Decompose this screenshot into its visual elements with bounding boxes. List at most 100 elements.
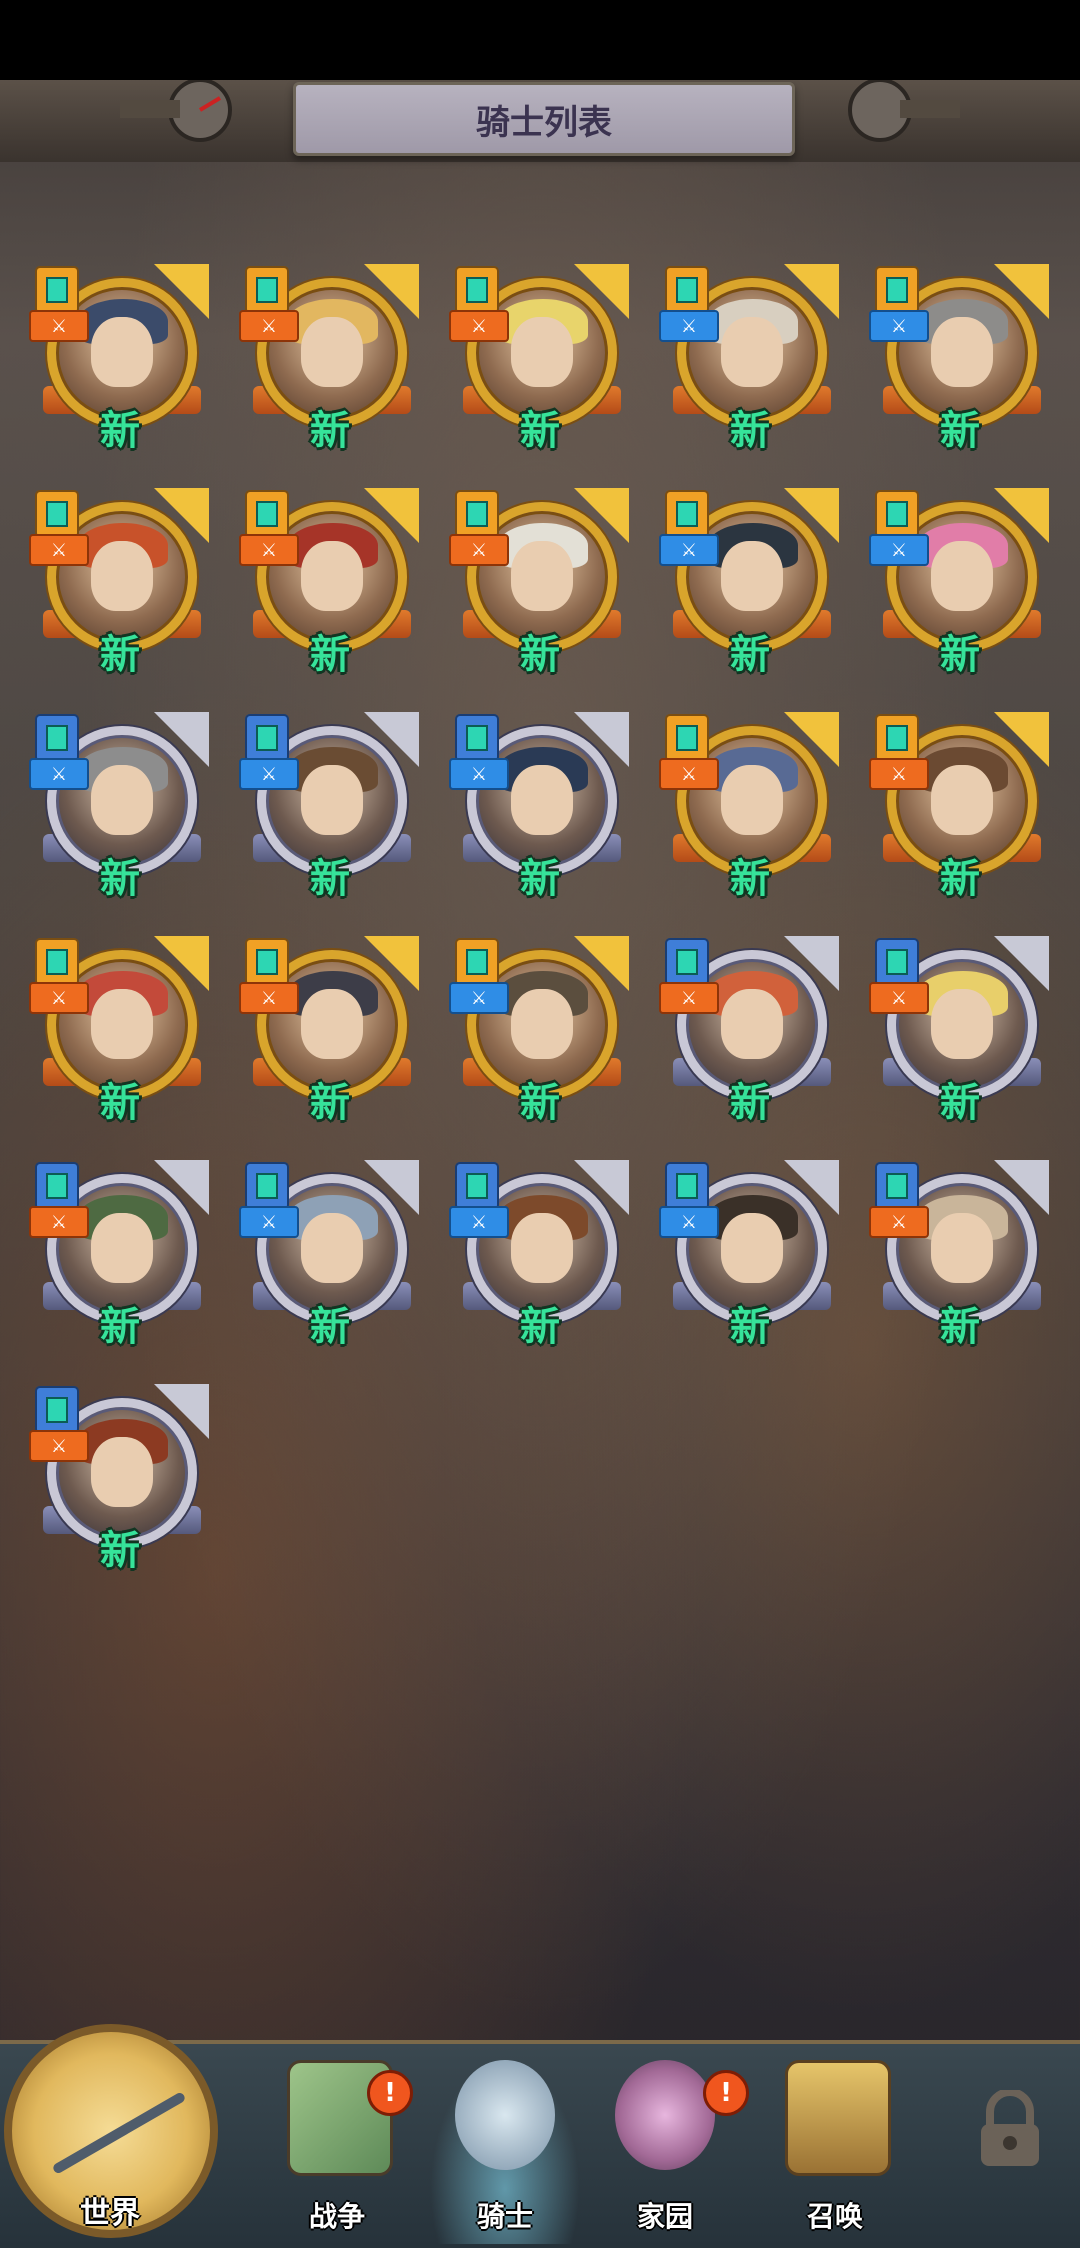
knight-card[interactable]: ⚔ 新 (655, 706, 845, 906)
portrait-face (301, 541, 363, 611)
knight-portrait-icon (455, 2060, 555, 2170)
class-icon (875, 938, 919, 986)
knight-card[interactable]: ⚔ 新 (865, 1154, 1055, 1354)
home-alert-badge: ! (703, 2070, 749, 2116)
new-label: 新 (100, 856, 140, 902)
new-label: 新 (100, 1528, 140, 1574)
class-icon (455, 938, 499, 986)
class-icon (875, 266, 919, 314)
portrait-face (931, 317, 993, 387)
knight-card[interactable]: ⚔ 新 (445, 482, 635, 682)
gear-icon (615, 2060, 715, 2170)
portrait-face (931, 1213, 993, 1283)
rank-flag-icon (574, 264, 629, 319)
portrait-face (721, 317, 783, 387)
role-icon: ⚔ (659, 1206, 719, 1238)
knight-card[interactable]: ⚔ 新 (235, 482, 425, 682)
portrait-face (511, 541, 573, 611)
class-icon (665, 490, 709, 538)
role-icon: ⚔ (869, 534, 929, 566)
class-icon (875, 1162, 919, 1210)
new-label: 新 (730, 1304, 770, 1350)
class-icon (245, 490, 289, 538)
rank-flag-icon (994, 264, 1049, 319)
knight-card[interactable]: ⚔ 新 (655, 482, 845, 682)
knight-card[interactable]: ⚔ 新 (445, 258, 635, 458)
knight-card[interactable]: ⚔ 新 (865, 706, 1055, 906)
role-icon: ⚔ (869, 310, 929, 342)
role-icon: ⚔ (869, 758, 929, 790)
new-label: 新 (100, 1080, 140, 1126)
knight-card[interactable]: ⚔ 新 (445, 1154, 635, 1354)
knight-card[interactable]: ⚔ 新 (25, 930, 215, 1130)
class-icon (455, 714, 499, 762)
nav-home-label: 家园 (636, 2200, 693, 2233)
portrait-face (91, 317, 153, 387)
portrait-face (931, 989, 993, 1059)
new-label: 新 (730, 408, 770, 454)
knight-card[interactable]: ⚔ 新 (865, 482, 1055, 682)
knight-card[interactable]: ⚔ 新 (655, 258, 845, 458)
role-icon: ⚔ (29, 982, 89, 1014)
knight-card[interactable]: ⚔ 新 (235, 930, 425, 1130)
knight-card[interactable]: ⚔ 新 (25, 1154, 215, 1354)
class-icon (35, 490, 79, 538)
role-icon: ⚔ (239, 982, 299, 1014)
knight-card[interactable]: ⚔ 新 (865, 930, 1055, 1130)
class-icon (35, 938, 79, 986)
class-icon (35, 1386, 79, 1434)
knight-card[interactable]: ⚔ 新 (235, 706, 425, 906)
knight-card[interactable]: ⚔ 新 (25, 482, 215, 682)
new-label: 新 (940, 856, 980, 902)
new-label: 新 (730, 1080, 770, 1126)
role-icon: ⚔ (29, 758, 89, 790)
rank-flag-icon (364, 936, 419, 991)
nav-summon-button[interactable]: 召唤 (760, 2060, 910, 2244)
portrait-face (511, 989, 573, 1059)
class-icon (35, 266, 79, 314)
new-label: 新 (100, 1304, 140, 1350)
new-label: 新 (520, 1304, 560, 1350)
knight-card[interactable]: ⚔ 新 (655, 1154, 845, 1354)
lock-icon (981, 2090, 1039, 2166)
rank-flag-icon (154, 488, 209, 543)
class-icon (245, 714, 289, 762)
new-label: 新 (310, 408, 350, 454)
new-label: 新 (940, 408, 980, 454)
class-icon (875, 490, 919, 538)
knight-card[interactable]: ⚔ 新 (25, 1378, 215, 1578)
new-label: 新 (100, 632, 140, 678)
rank-flag-icon (154, 1384, 209, 1439)
nav-knight-button[interactable]: 骑士 (430, 2060, 580, 2244)
class-icon (665, 714, 709, 762)
knight-card[interactable]: ⚔ 新 (865, 258, 1055, 458)
nav-world-button[interactable]: 世界 (0, 2020, 230, 2244)
knight-card[interactable]: ⚔ 新 (25, 706, 215, 906)
rank-flag-icon (784, 488, 839, 543)
portrait-face (931, 765, 993, 835)
knight-card[interactable]: ⚔ 新 (445, 706, 635, 906)
new-label: 新 (520, 856, 560, 902)
portrait-face (511, 317, 573, 387)
rank-flag-icon (574, 712, 629, 767)
role-icon: ⚔ (239, 310, 299, 342)
rank-flag-icon (994, 936, 1049, 991)
knight-card[interactable]: ⚔ 新 (25, 258, 215, 458)
new-label: 新 (730, 856, 770, 902)
locked-nav-item[interactable] (930, 2060, 1080, 2244)
knight-card[interactable]: ⚔ 新 (655, 930, 845, 1130)
new-label: 新 (310, 856, 350, 902)
knight-card[interactable]: ⚔ 新 (235, 258, 425, 458)
rank-flag-icon (784, 712, 839, 767)
class-icon (245, 1162, 289, 1210)
rank-flag-icon (154, 936, 209, 991)
knight-card[interactable]: ⚔ 新 (235, 1154, 425, 1354)
class-icon (665, 266, 709, 314)
new-label: 新 (730, 632, 770, 678)
knight-card[interactable]: ⚔ 新 (445, 930, 635, 1130)
class-icon (245, 266, 289, 314)
role-icon: ⚔ (29, 1206, 89, 1238)
role-icon: ⚔ (449, 1206, 509, 1238)
new-label: 新 (310, 632, 350, 678)
portrait-face (91, 989, 153, 1059)
